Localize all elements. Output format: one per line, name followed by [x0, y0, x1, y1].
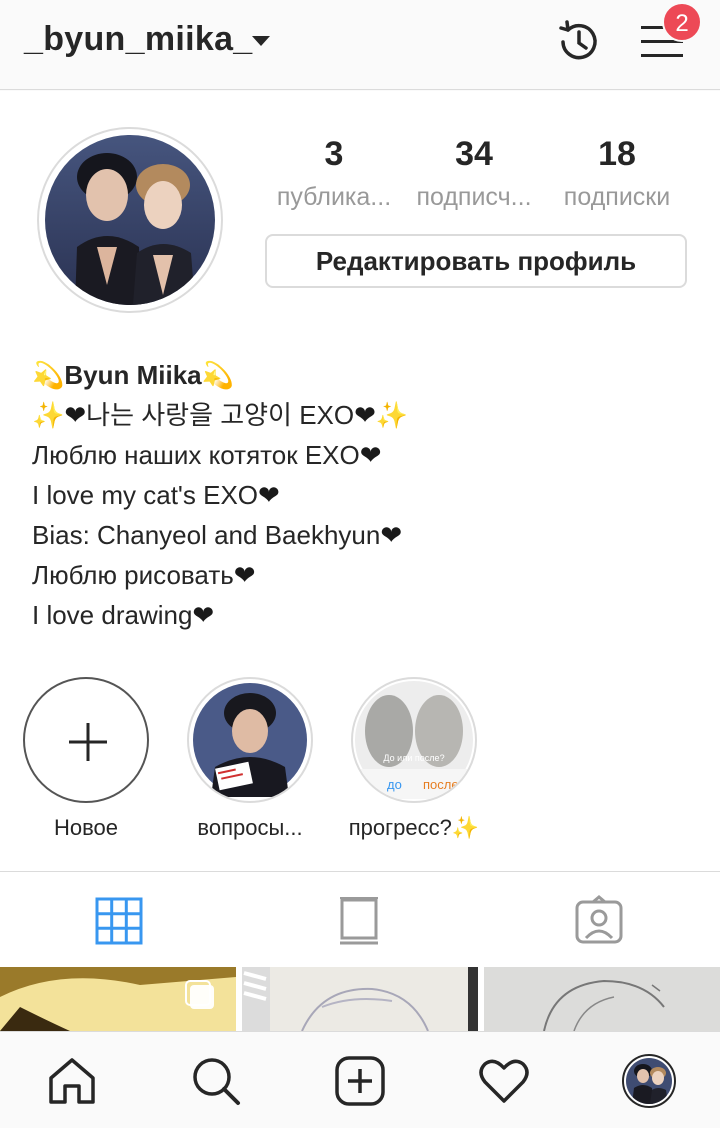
post-thumbnail[interactable]	[0, 967, 236, 1031]
highlight-label: вопросы...	[197, 815, 303, 840]
highlight-label-text: прогресс?	[348, 815, 452, 840]
chevron-down-icon[interactable]	[252, 36, 270, 46]
heart-icon: ❤	[233, 560, 256, 590]
stat-posts[interactable]: 3 публика...	[264, 135, 404, 212]
stat-followers[interactable]: 34 подписч...	[404, 135, 544, 212]
highlight-questions[interactable]: вопросы...	[170, 677, 330, 841]
top-bar: _byun_miika_ 2	[0, 0, 720, 90]
heart-icon: ❤	[354, 400, 376, 430]
overlay-after: после	[423, 777, 459, 792]
bio-text: Bias: Chanyeol and Baekhyun	[32, 520, 381, 550]
bottom-nav	[0, 1031, 720, 1128]
edit-profile-button[interactable]: Редактировать профиль	[265, 234, 687, 288]
profile-avatar-large[interactable]	[37, 127, 223, 313]
bio-text: I love drawing	[32, 600, 193, 630]
bio-line: Люблю наших котяток EXO❤	[32, 435, 692, 475]
heart-icon: ❤	[380, 520, 403, 550]
history-icon[interactable]	[553, 16, 605, 68]
bio-line: I love drawing❤	[32, 595, 692, 635]
sparkles-icon: ✨	[32, 400, 65, 430]
username-title[interactable]: _byun_miika_	[24, 20, 253, 59]
post-thumbnail[interactable]	[242, 967, 478, 1031]
highlight-new[interactable]: Новое	[6, 677, 166, 841]
profile-tabs	[0, 871, 720, 967]
posts-grid	[0, 967, 720, 1031]
stat-posts-label: публика...	[276, 183, 392, 211]
highlight-label: прогресс?✨	[334, 815, 494, 841]
stat-followers-label: подписч...	[416, 183, 532, 211]
profile-avatar[interactable]	[622, 1054, 676, 1108]
stat-following-label: подписки	[563, 183, 671, 211]
bio-name-line: 💫Byun Miika💫	[32, 355, 692, 395]
heart-icon: ❤	[258, 480, 280, 510]
avatar-photo	[45, 135, 215, 305]
plus-icon	[69, 723, 107, 761]
bio-text: 나는 사랑을 고양이 EXO	[86, 400, 355, 430]
highlight-progress-ring[interactable]: До или после? до после	[351, 677, 477, 803]
add-post-icon[interactable]	[333, 1054, 387, 1108]
stat-posts-count: 3	[324, 135, 344, 173]
bio-line: Bias: Chanyeol and Baekhyun❤	[32, 515, 692, 555]
highlight-new-ring[interactable]	[23, 677, 149, 803]
overlay-before: до	[387, 777, 402, 792]
dizzy-icon: 💫	[201, 360, 234, 390]
bio-text: Люблю рисовать	[32, 560, 234, 590]
highlight-label: Новое	[53, 815, 119, 840]
sparkles-icon: ✨	[451, 815, 480, 840]
highlight-questions-thumb	[193, 683, 307, 797]
sparkles-icon: ✨	[375, 400, 409, 430]
bio-line: ✨❤나는 사랑을 고양이 EXO❤✨	[32, 395, 692, 435]
stat-followers-count: 34	[455, 135, 493, 173]
story-highlights: Новое вопросы... До или после? до после …	[0, 677, 720, 847]
bio-line: Люблю рисовать❤	[32, 555, 692, 595]
grid-icon[interactable]	[90, 894, 150, 950]
highlight-questions-ring[interactable]	[187, 677, 313, 803]
heart-icon: ❤	[359, 440, 382, 470]
heart-icon: ❤	[192, 600, 215, 630]
bio-name: Byun Miika	[64, 360, 202, 390]
bio-text: Люблю наших котяток EXO	[32, 440, 360, 470]
heart-icon[interactable]	[477, 1054, 531, 1108]
home-icon[interactable]	[45, 1054, 99, 1108]
heart-icon: ❤	[64, 400, 87, 430]
feed-icon[interactable]	[330, 894, 390, 950]
search-icon[interactable]	[189, 1054, 243, 1108]
dizzy-icon: 💫	[32, 360, 65, 390]
tagged-icon[interactable]	[570, 894, 630, 950]
profile-section: 3 публика... 34 подписч... 18 подписки Р…	[0, 91, 720, 871]
overlay-question: До или после?	[383, 753, 445, 763]
notification-badge: 2	[662, 2, 702, 42]
post-thumbnail[interactable]	[484, 967, 720, 1031]
highlight-progress[interactable]: До или после? до после прогресс?✨	[334, 677, 494, 841]
bio-text: I love my cat's EXO	[32, 480, 259, 510]
stat-following[interactable]: 18 подписки	[547, 135, 687, 212]
bio: 💫Byun Miika💫 ✨❤나는 사랑을 고양이 EXO❤✨ Люблю на…	[32, 355, 692, 635]
stat-following-count: 18	[598, 135, 636, 173]
bio-line: I love my cat's EXO❤	[32, 475, 692, 515]
